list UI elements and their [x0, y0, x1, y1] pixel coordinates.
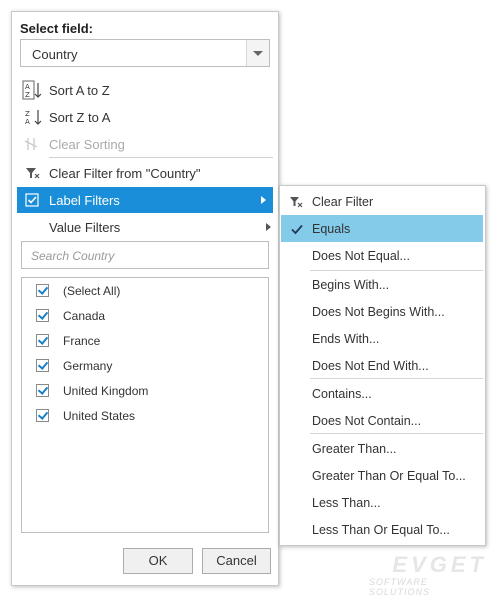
- submenu-item-label: Contains...: [312, 387, 372, 401]
- svg-text:Z: Z: [25, 110, 30, 118]
- list-item-label: United Kingdom: [63, 384, 149, 398]
- submenu-item-label: Does Not End With...: [312, 359, 429, 373]
- field-combobox-value: Country: [32, 47, 78, 62]
- list-item[interactable]: (Select All): [22, 280, 268, 302]
- submenu-item-does-not-begin-with[interactable]: Does Not Begins With...: [280, 298, 485, 325]
- clear-sorting-icon: [22, 134, 42, 154]
- submenu-item-does-not-contain[interactable]: Does Not Contain...: [280, 407, 485, 434]
- submenu-item-less-than[interactable]: Less Than...: [280, 489, 485, 516]
- list-item-label: United States: [63, 409, 136, 423]
- checkbox-checked-icon[interactable]: [36, 359, 49, 372]
- submenu-item-label: Does Not Equal...: [312, 249, 410, 263]
- clear-filter-label: Clear Filter from "Country": [49, 166, 201, 181]
- chevron-right-icon: [266, 223, 271, 231]
- submenu-item-label: Begins With...: [312, 278, 390, 292]
- submenu-item-does-not-end-with[interactable]: Does Not End With...: [280, 352, 485, 379]
- watermark-logo: EVGET SOFTWARE SOLUTIONS: [369, 552, 489, 597]
- list-item[interactable]: France: [22, 330, 268, 352]
- checkbox-checked-icon[interactable]: [36, 384, 49, 397]
- search-input[interactable]: Search Country: [21, 241, 269, 269]
- submenu-item-equals[interactable]: Equals: [281, 215, 483, 242]
- value-filters-label: Value Filters: [49, 220, 121, 235]
- submenu-item-label: Equals: [312, 222, 351, 236]
- label-filters-item[interactable]: Label Filters: [17, 187, 273, 213]
- submenu-item-clear-filter[interactable]: Clear Filter: [280, 188, 485, 215]
- submenu-item-greater-than-or-equal[interactable]: Greater Than Or Equal To...: [280, 462, 485, 489]
- checkbox-checked-icon[interactable]: [36, 334, 49, 347]
- sort-a-to-z-item[interactable]: AZ Sort A to Z: [12, 77, 278, 103]
- sort-descending-icon: ZA: [22, 107, 42, 127]
- clear-sorting-label: Clear Sorting: [49, 137, 125, 152]
- funnel-clear-icon: [288, 194, 304, 210]
- checkmark-icon: [289, 221, 305, 237]
- list-item[interactable]: Germany: [22, 355, 268, 377]
- field-combobox[interactable]: Country: [20, 39, 270, 67]
- list-item-label: France: [63, 334, 101, 348]
- checkbox-checked-icon[interactable]: [36, 284, 49, 297]
- submenu-item-label: Less Than Or Equal To...: [312, 523, 450, 537]
- submenu-item-contains[interactable]: Contains...: [280, 380, 485, 407]
- submenu-item-less-than-or-equal[interactable]: Less Than Or Equal To...: [280, 516, 485, 543]
- submenu-item-label: Less Than...: [312, 496, 381, 510]
- sort-z-to-a-label: Sort Z to A: [49, 110, 111, 125]
- value-list[interactable]: (Select All) Canada France Germany Unite…: [21, 277, 269, 533]
- submenu-item-label: Greater Than...: [312, 442, 397, 456]
- submenu-item-begins-with[interactable]: Begins With...: [280, 271, 485, 298]
- search-placeholder: Search Country: [31, 249, 115, 263]
- chevron-right-icon: [261, 196, 266, 204]
- chevron-down-icon[interactable]: [246, 40, 269, 66]
- list-item[interactable]: Canada: [22, 305, 268, 327]
- funnel-clear-icon: [22, 163, 42, 183]
- svg-text:A: A: [25, 83, 30, 91]
- submenu-divider: [310, 433, 483, 434]
- list-item-label: (Select All): [63, 284, 121, 298]
- logo-tagline: SOFTWARE SOLUTIONS: [369, 577, 431, 597]
- svg-text:Z: Z: [25, 91, 30, 99]
- cancel-button[interactable]: Cancel: [202, 548, 271, 574]
- checkbox-checked-icon: [22, 190, 42, 210]
- checkbox-checked-icon[interactable]: [36, 409, 49, 422]
- submenu-item-label: Greater Than Or Equal To...: [312, 469, 466, 483]
- submenu-item-label: Ends With...: [312, 332, 380, 346]
- list-item-label: Canada: [63, 309, 106, 323]
- list-item-label: Germany: [63, 359, 113, 373]
- menu-divider: [49, 157, 273, 158]
- select-field-label: Select field:: [20, 21, 93, 36]
- clear-sorting-item: Clear Sorting: [12, 131, 278, 157]
- submenu-item-label: Clear Filter: [312, 195, 374, 209]
- list-item[interactable]: United Kingdom: [22, 380, 268, 402]
- submenu-divider: [310, 378, 483, 379]
- sort-ascending-icon: AZ: [22, 80, 42, 100]
- filter-popup: Select field: Country AZ Sort A to Z ZA …: [11, 11, 279, 586]
- sort-a-to-z-label: Sort A to Z: [49, 83, 110, 98]
- checkbox-checked-icon[interactable]: [36, 309, 49, 322]
- label-filters-submenu: Clear Filter Equals Does Not Equal... Be…: [279, 185, 486, 546]
- submenu-item-label: Does Not Contain...: [312, 414, 422, 428]
- submenu-item-does-not-equal[interactable]: Does Not Equal...: [280, 242, 485, 269]
- list-item[interactable]: United States: [22, 405, 268, 427]
- submenu-item-ends-with[interactable]: Ends With...: [280, 325, 485, 352]
- submenu-item-label: Does Not Begins With...: [312, 305, 445, 319]
- value-filters-item[interactable]: Value Filters: [12, 214, 278, 240]
- logo-name: EVGET: [392, 552, 487, 577]
- ok-button[interactable]: OK: [123, 548, 193, 574]
- clear-filter-item[interactable]: Clear Filter from "Country": [12, 160, 278, 186]
- sort-z-to-a-item[interactable]: ZA Sort Z to A: [12, 104, 278, 130]
- label-filters-label: Label Filters: [49, 193, 120, 208]
- submenu-item-greater-than[interactable]: Greater Than...: [280, 435, 485, 462]
- svg-text:A: A: [25, 118, 30, 126]
